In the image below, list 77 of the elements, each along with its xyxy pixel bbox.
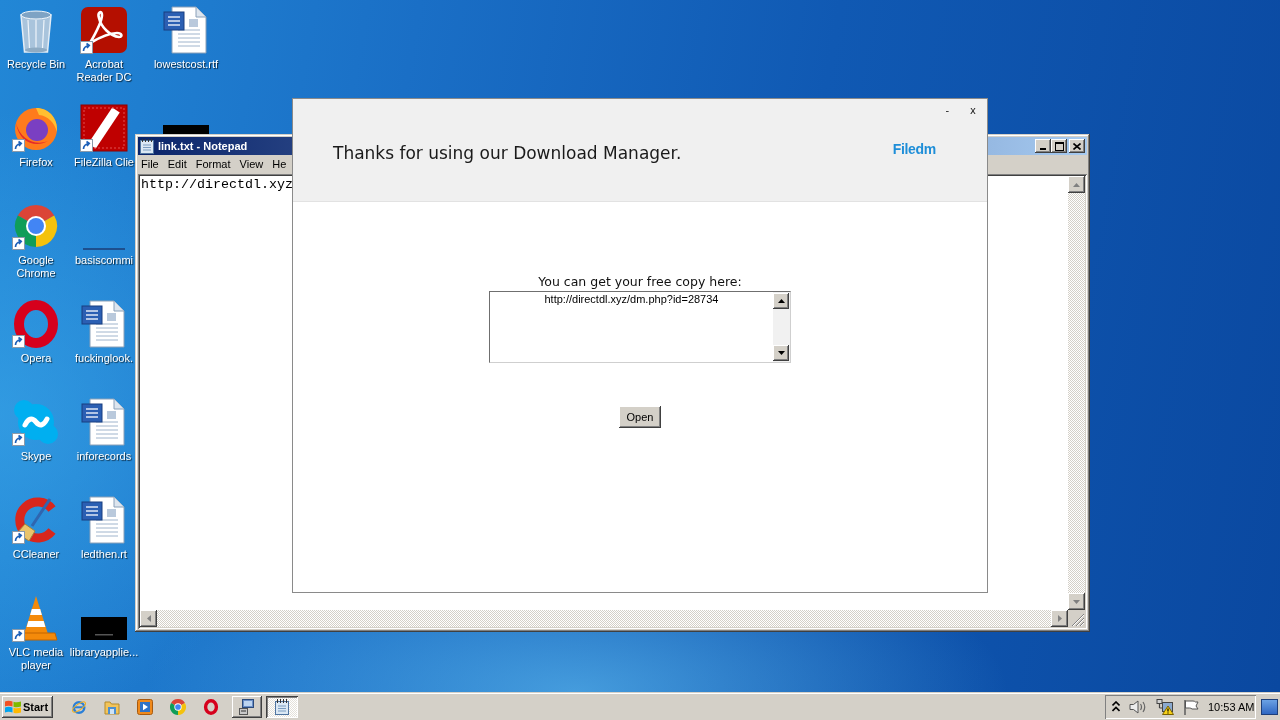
minimize-icon bbox=[1040, 148, 1046, 150]
menu-item[interactable]: View bbox=[235, 156, 268, 173]
desktop-icon-label[interactable]: Recycle Bin bbox=[6, 58, 66, 71]
network-warning-icon[interactable] bbox=[1156, 698, 1174, 715]
menu-item[interactable]: Format bbox=[191, 156, 235, 173]
triangle-down-icon bbox=[777, 351, 785, 355]
horizontal-scrollbar[interactable] bbox=[140, 610, 1068, 627]
menu-item[interactable]: File bbox=[137, 156, 163, 173]
close-button[interactable]: x bbox=[968, 103, 978, 119]
clock-text[interactable]: 10:53 AM bbox=[1208, 700, 1255, 713]
slash-tile-icon[interactable] bbox=[80, 104, 128, 152]
scroll-right-button[interactable] bbox=[1051, 610, 1068, 627]
desktop-icon-label[interactable]: Skype bbox=[20, 450, 52, 463]
show-desktop-button[interactable] bbox=[1261, 698, 1278, 715]
cloud-icon[interactable] bbox=[12, 398, 60, 446]
desktop-icon-label[interactable]: Google Chrome bbox=[0, 254, 72, 280]
scroll-down-button[interactable] bbox=[1068, 593, 1085, 610]
taskbar-button[interactable] bbox=[266, 695, 298, 718]
speaker-icon[interactable] bbox=[1129, 698, 1147, 715]
triangle-left-icon bbox=[146, 615, 151, 622]
scroll-up-button[interactable] bbox=[773, 293, 789, 309]
close-button[interactable] bbox=[1069, 139, 1085, 153]
window-title: link.txt - Notepad bbox=[158, 140, 248, 152]
thumbnail-icon[interactable] bbox=[81, 617, 127, 640]
dialog-heading: Thanks for using our Download Manager. bbox=[333, 143, 682, 163]
desktop-icon-label[interactable]: Firefox bbox=[19, 156, 53, 169]
triangle-right-icon bbox=[1057, 615, 1062, 622]
menu-item[interactable]: He bbox=[268, 156, 291, 173]
thumbnail-icon[interactable] bbox=[163, 125, 209, 134]
desktop-icon-label[interactable]: libraryapplie... bbox=[69, 646, 139, 659]
scroll-left-button[interactable] bbox=[140, 610, 157, 627]
desktop-icon-label[interactable]: lowestcost.rtf bbox=[153, 58, 219, 71]
menu-item[interactable]: Edit bbox=[163, 156, 191, 173]
desktop-icon-label[interactable]: CCleaner bbox=[12, 548, 60, 561]
close-icon bbox=[1073, 142, 1081, 150]
notepad-icon bbox=[274, 698, 290, 715]
minimize-button[interactable] bbox=[1035, 139, 1051, 153]
minimize-button[interactable]: - bbox=[943, 103, 952, 119]
textarea-scrollbar[interactable] bbox=[773, 292, 790, 362]
document-icon[interactable] bbox=[80, 496, 128, 544]
chevron-up-icon[interactable] bbox=[1112, 701, 1120, 712]
desktop-icon-label[interactable]: inforecords bbox=[76, 450, 132, 463]
computer-icon bbox=[239, 698, 255, 715]
triangle-down-icon bbox=[1073, 599, 1080, 604]
desktop-icon-label[interactable]: Acrobat Reader DC bbox=[72, 58, 136, 84]
desktop-icon-label[interactable]: fuckinglook. bbox=[74, 352, 134, 365]
taskbar-button[interactable] bbox=[232, 695, 262, 718]
maximize-button[interactable] bbox=[1051, 139, 1067, 153]
flag-icon[interactable] bbox=[1183, 698, 1199, 715]
ring-icon[interactable] bbox=[203, 698, 219, 715]
prompt-text: You can get your free copy here: bbox=[538, 274, 742, 290]
triangle-up-icon bbox=[1073, 182, 1080, 187]
swirl-tile-icon[interactable] bbox=[80, 6, 128, 54]
document-icon[interactable] bbox=[80, 300, 128, 348]
desktop-icon-label[interactable]: ledthen.rt bbox=[81, 548, 127, 561]
folder-icon[interactable] bbox=[104, 698, 120, 715]
desktop-icon-label[interactable]: basiscommi bbox=[74, 254, 134, 267]
link-textarea[interactable]: http://directdl.xyz/dm.php?id=28734 bbox=[489, 291, 791, 363]
desktop-icon-label[interactable]: FileZilla Clie bbox=[74, 156, 134, 169]
segmented-circle-icon[interactable] bbox=[12, 202, 60, 250]
segmented-circle-icon[interactable] bbox=[170, 698, 186, 715]
desktop-icon-label[interactable]: Opera bbox=[20, 352, 52, 365]
windows-logo-icon bbox=[5, 699, 21, 714]
notepad-icon bbox=[140, 138, 154, 154]
logo-text: Filedm bbox=[892, 140, 936, 157]
open-button[interactable]: Open bbox=[619, 406, 661, 428]
triangle-up-icon bbox=[777, 299, 785, 303]
globe-ring-icon[interactable] bbox=[71, 698, 87, 715]
scroll-down-button[interactable] bbox=[773, 345, 789, 361]
maximize-icon bbox=[1054, 141, 1064, 151]
vertical-scrollbar[interactable] bbox=[1068, 176, 1085, 610]
ring-icon[interactable] bbox=[12, 300, 60, 348]
start-button[interactable]: Start bbox=[2, 695, 53, 718]
document-icon[interactable] bbox=[162, 6, 210, 54]
media-play-icon[interactable] bbox=[137, 698, 153, 715]
scroll-up-button[interactable] bbox=[1068, 176, 1085, 193]
document-icon[interactable] bbox=[80, 398, 128, 446]
